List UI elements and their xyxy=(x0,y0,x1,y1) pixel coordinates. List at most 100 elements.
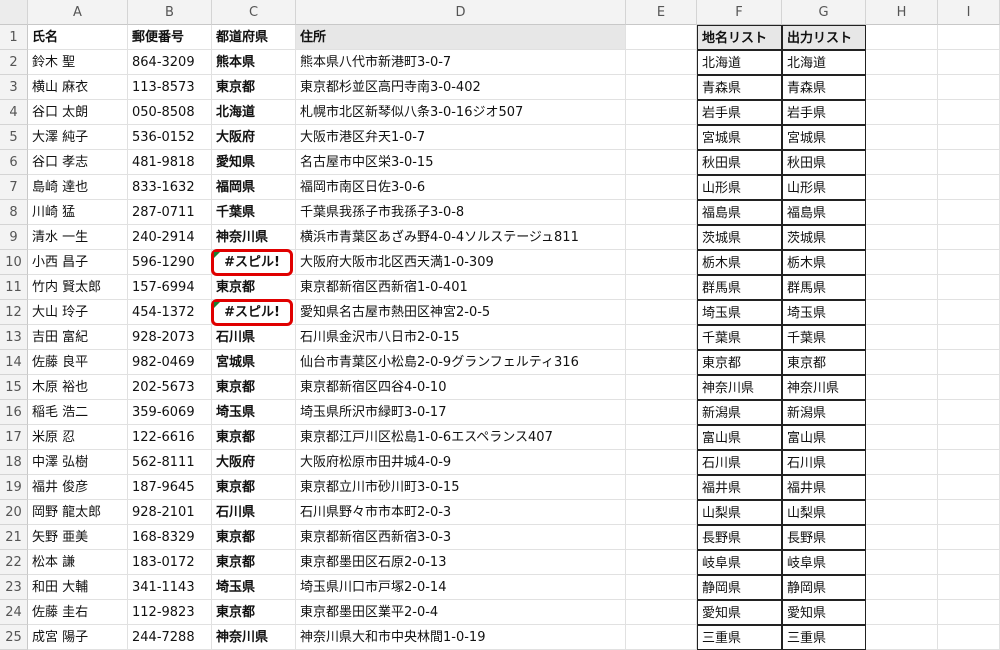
output-list-cell[interactable]: 千葉県 xyxy=(782,325,866,350)
column-header-c[interactable]: C xyxy=(212,0,296,25)
empty-cell[interactable] xyxy=(938,275,1000,300)
place-list-cell[interactable]: 福島県 xyxy=(697,200,782,225)
pref-cell[interactable]: 神奈川県 xyxy=(212,625,296,650)
address-cell[interactable]: 石川県野々市市本町2-0-3 xyxy=(296,500,626,525)
zip-cell[interactable]: 481-9818 xyxy=(128,150,212,175)
row-header[interactable]: 10 xyxy=(0,250,28,275)
zip-cell[interactable]: 240-2914 xyxy=(128,225,212,250)
row-header[interactable]: 11 xyxy=(0,275,28,300)
address-cell[interactable]: 石川県金沢市八日市2-0-15 xyxy=(296,325,626,350)
empty-cell[interactable] xyxy=(626,400,697,425)
zip-cell[interactable]: 050-8508 xyxy=(128,100,212,125)
empty-cell[interactable] xyxy=(866,500,938,525)
output-list-cell[interactable]: 福井県 xyxy=(782,475,866,500)
place-list-cell[interactable]: 神奈川県 xyxy=(697,375,782,400)
output-list-cell[interactable]: 岐阜県 xyxy=(782,550,866,575)
empty-cell[interactable] xyxy=(938,350,1000,375)
row-header[interactable]: 15 xyxy=(0,375,28,400)
empty-cell[interactable] xyxy=(866,175,938,200)
row-header[interactable]: 5 xyxy=(0,125,28,150)
place-list-cell[interactable]: 富山県 xyxy=(697,425,782,450)
empty-cell[interactable] xyxy=(938,100,1000,125)
empty-cell[interactable] xyxy=(866,125,938,150)
zip-cell[interactable]: 928-2101 xyxy=(128,500,212,525)
output-list-cell[interactable]: 秋田県 xyxy=(782,150,866,175)
pref-cell[interactable]: 東京都 xyxy=(212,275,296,300)
header-cell-out[interactable]: 出力リスト xyxy=(782,25,866,50)
empty-cell[interactable] xyxy=(866,225,938,250)
place-list-cell[interactable]: 静岡県 xyxy=(697,575,782,600)
place-list-cell[interactable]: 千葉県 xyxy=(697,325,782,350)
output-list-cell[interactable]: 東京都 xyxy=(782,350,866,375)
row-header[interactable]: 7 xyxy=(0,175,28,200)
output-list-cell[interactable]: 富山県 xyxy=(782,425,866,450)
name-cell[interactable]: 中澤 弘樹 xyxy=(28,450,128,475)
output-list-cell[interactable]: 山形県 xyxy=(782,175,866,200)
name-cell[interactable]: 稲毛 浩二 xyxy=(28,400,128,425)
empty-cell[interactable] xyxy=(938,225,1000,250)
column-header-f[interactable]: F xyxy=(697,0,782,25)
row-header[interactable]: 17 xyxy=(0,425,28,450)
zip-cell[interactable]: 454-1372 xyxy=(128,300,212,325)
empty-cell[interactable] xyxy=(626,175,697,200)
output-list-cell[interactable]: 栃木県 xyxy=(782,250,866,275)
place-list-cell[interactable]: 秋田県 xyxy=(697,150,782,175)
place-list-cell[interactable]: 愛知県 xyxy=(697,600,782,625)
row-header[interactable]: 9 xyxy=(0,225,28,250)
name-cell[interactable]: 横山 麻衣 xyxy=(28,75,128,100)
row-header[interactable]: 3 xyxy=(0,75,28,100)
place-list-cell[interactable]: 福井県 xyxy=(697,475,782,500)
output-list-cell[interactable]: 岩手県 xyxy=(782,100,866,125)
zip-cell[interactable]: 187-9645 xyxy=(128,475,212,500)
place-list-cell[interactable]: 東京都 xyxy=(697,350,782,375)
address-cell[interactable]: 横浜市青葉区あざみ野4-0-4ソルステージュ811 xyxy=(296,225,626,250)
output-list-cell[interactable]: 埼玉県 xyxy=(782,300,866,325)
name-cell[interactable]: 木原 裕也 xyxy=(28,375,128,400)
pref-cell[interactable]: 宮城県 xyxy=(212,350,296,375)
pref-cell[interactable]: 東京都 xyxy=(212,525,296,550)
pref-cell[interactable]: 石川県 xyxy=(212,500,296,525)
empty-cell[interactable] xyxy=(938,400,1000,425)
empty-cell[interactable] xyxy=(626,50,697,75)
row-header[interactable]: 1 xyxy=(0,25,28,50)
zip-cell[interactable]: 562-8111 xyxy=(128,450,212,475)
row-header[interactable]: 4 xyxy=(0,100,28,125)
pref-cell[interactable]: 神奈川県 xyxy=(212,225,296,250)
pref-cell[interactable]: 熊本県 xyxy=(212,50,296,75)
address-cell[interactable]: 埼玉県所沢市緑町3-0-17 xyxy=(296,400,626,425)
output-list-cell[interactable]: 三重県 xyxy=(782,625,866,650)
place-list-cell[interactable]: 埼玉県 xyxy=(697,300,782,325)
empty-cell[interactable] xyxy=(938,75,1000,100)
address-cell[interactable]: 名古屋市中区栄3-0-15 xyxy=(296,150,626,175)
output-list-cell[interactable]: 山梨県 xyxy=(782,500,866,525)
empty-cell[interactable] xyxy=(866,450,938,475)
address-cell[interactable]: 東京都新宿区西新宿1-0-401 xyxy=(296,275,626,300)
name-cell[interactable]: 谷口 太朗 xyxy=(28,100,128,125)
name-cell[interactable]: 谷口 孝志 xyxy=(28,150,128,175)
empty-cell[interactable] xyxy=(626,275,697,300)
empty-cell[interactable] xyxy=(938,425,1000,450)
empty-cell[interactable] xyxy=(938,550,1000,575)
place-list-cell[interactable]: 岐阜県 xyxy=(697,550,782,575)
zip-cell[interactable]: 982-0469 xyxy=(128,350,212,375)
row-header[interactable]: 25 xyxy=(0,625,28,650)
column-header-g[interactable]: G xyxy=(782,0,866,25)
name-cell[interactable]: 福井 俊彦 xyxy=(28,475,128,500)
pref-cell[interactable]: 福岡県 xyxy=(212,175,296,200)
place-list-cell[interactable]: 長野県 xyxy=(697,525,782,550)
address-cell[interactable]: 千葉県我孫子市我孫子3-0-8 xyxy=(296,200,626,225)
empty-cell[interactable] xyxy=(626,100,697,125)
empty-cell[interactable] xyxy=(866,200,938,225)
empty-cell[interactable] xyxy=(866,325,938,350)
empty-cell[interactable] xyxy=(626,425,697,450)
output-list-cell[interactable]: 静岡県 xyxy=(782,575,866,600)
place-list-cell[interactable]: 新潟県 xyxy=(697,400,782,425)
empty-cell[interactable] xyxy=(938,525,1000,550)
empty-cell[interactable] xyxy=(626,125,697,150)
address-cell[interactable]: 東京都墨田区石原2-0-13 xyxy=(296,550,626,575)
empty-cell[interactable] xyxy=(938,575,1000,600)
output-list-cell[interactable]: 神奈川県 xyxy=(782,375,866,400)
header-cell-list[interactable]: 地名リスト xyxy=(697,25,782,50)
output-list-cell[interactable]: 青森県 xyxy=(782,75,866,100)
address-cell[interactable]: 東京都墨田区業平2-0-4 xyxy=(296,600,626,625)
